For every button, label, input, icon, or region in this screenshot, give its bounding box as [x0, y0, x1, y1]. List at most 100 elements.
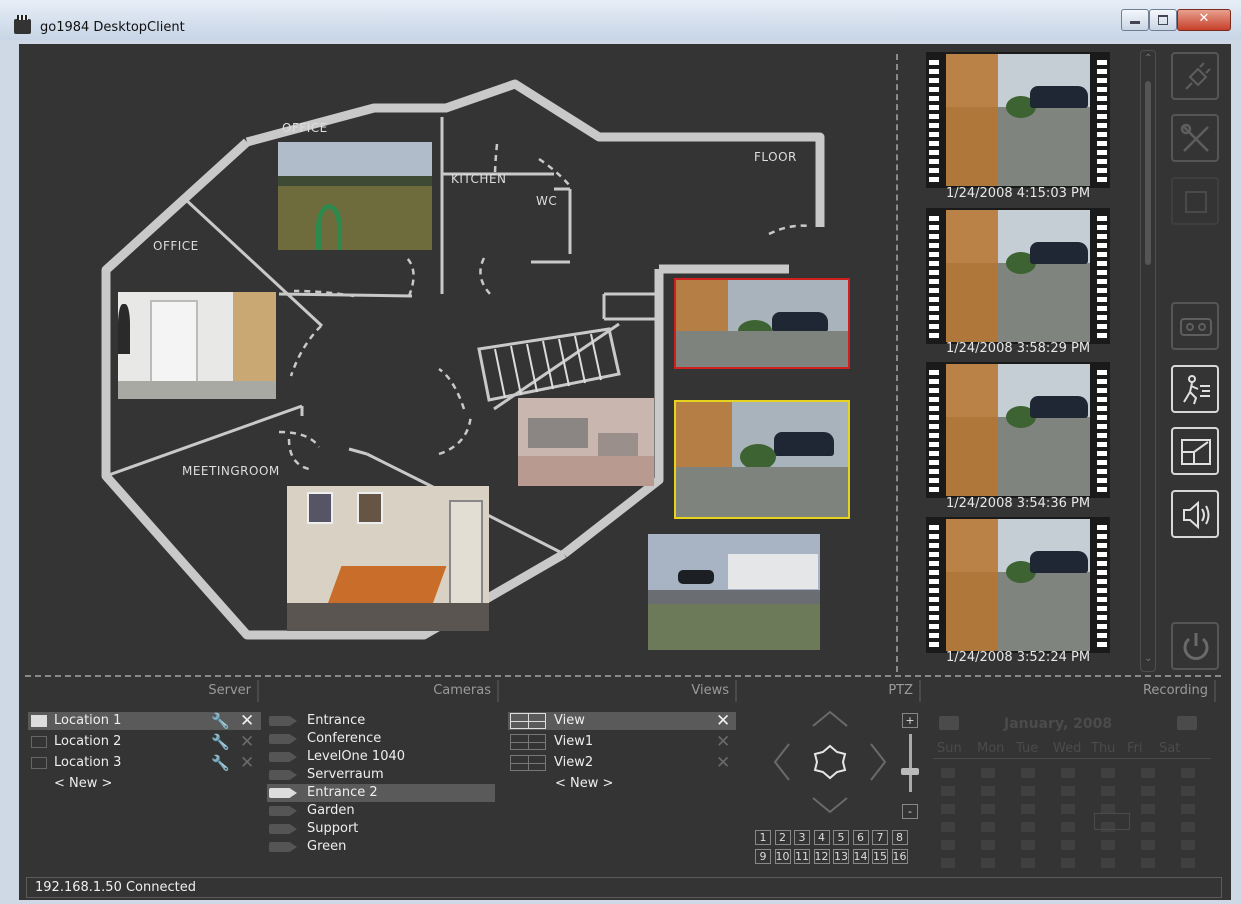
next-month-icon[interactable] — [1177, 716, 1197, 730]
zoom-slider-track[interactable] — [909, 734, 912, 792]
ptz-preset-button[interactable]: 16 — [891, 849, 908, 864]
camera-thumbnail-highlighted[interactable] — [674, 400, 850, 519]
weekday-label: Thu — [1091, 741, 1116, 756]
camera-icon — [269, 734, 297, 744]
minimize-button[interactable] — [1121, 9, 1149, 31]
close-button[interactable] — [1177, 9, 1231, 31]
wrench-icon[interactable]: 🔧 — [211, 733, 230, 751]
ptz-home-icon — [813, 744, 847, 780]
ptz-preset-button[interactable]: 2 — [774, 830, 791, 845]
camera-item[interactable]: Entrance — [267, 712, 495, 730]
camera-thumbnail[interactable] — [287, 486, 489, 631]
recorded-clip-thumbnail[interactable] — [926, 362, 1110, 498]
camera-item[interactable]: Conference — [267, 730, 495, 748]
camera-item[interactable]: LevelOne 1040 — [267, 748, 495, 766]
ptz-preset-button[interactable]: 4 — [813, 830, 830, 845]
room-label: MEETINGROOM — [182, 464, 280, 478]
camera-item-label: Serverraum — [307, 767, 384, 782]
zoom-slider-thumb[interactable] — [901, 768, 919, 775]
recorded-clip-thumbnail[interactable] — [926, 52, 1110, 188]
scroll-down-icon[interactable]: ⌄ — [1144, 653, 1152, 664]
ptz-preset-button[interactable]: 13 — [833, 849, 849, 864]
camera-thumbnail-selected[interactable] — [674, 278, 850, 369]
ptz-preset-button[interactable]: 5 — [833, 830, 849, 845]
wrench-icon[interactable]: 🔧 — [211, 712, 230, 730]
ptz-preset-button[interactable]: 6 — [852, 830, 869, 845]
close-icon[interactable]: ✕ — [716, 712, 730, 730]
close-icon[interactable]: ✕ — [716, 733, 730, 751]
motion-detection-button[interactable] — [1171, 365, 1219, 413]
ptz-preset-button[interactable]: 10 — [774, 849, 791, 864]
ptz-preset-button[interactable]: 14 — [852, 849, 869, 864]
ptz-preset-button[interactable]: 9 — [755, 849, 771, 864]
power-button[interactable] — [1171, 622, 1219, 670]
ptz-section-header: PTZ — [743, 680, 921, 702]
camera-thumbnail[interactable] — [278, 142, 432, 250]
close-icon[interactable]: ✕ — [240, 712, 254, 730]
recording-section-header: Recording — [927, 680, 1216, 702]
server-item-location-2[interactable]: Location 2 🔧 ✕ — [28, 733, 261, 751]
camera-item[interactable]: Garden — [267, 802, 495, 820]
save-button[interactable] — [1171, 177, 1219, 225]
new-view-link[interactable]: < New > — [555, 775, 613, 793]
ptz-preset-button[interactable]: 15 — [872, 849, 888, 864]
server-item-location-3[interactable]: Location 3 🔧 ✕ — [28, 754, 261, 772]
view-item[interactable]: View1 ✕ — [508, 733, 736, 751]
room-label: OFFICE — [282, 121, 328, 135]
ptz-preset-button[interactable]: 7 — [872, 830, 888, 845]
camera-thumbnail[interactable] — [518, 398, 654, 486]
maximize-button[interactable] — [1149, 9, 1177, 31]
ptz-preset-button[interactable]: 11 — [794, 849, 810, 864]
zoom-in-button[interactable]: + — [902, 713, 918, 728]
camera-item-selected[interactable]: Entrance 2 — [267, 784, 495, 802]
power-icon — [1183, 633, 1209, 660]
ptz-direction-pad[interactable] — [767, 706, 887, 824]
clip-timestamp: 1/24/2008 3:52:24 PM — [945, 650, 1091, 665]
prev-month-icon[interactable] — [939, 716, 959, 730]
camera-item[interactable]: Green — [267, 838, 495, 856]
motion-icon — [1183, 375, 1210, 405]
view-item-selected[interactable]: View ✕ — [508, 712, 736, 730]
close-icon[interactable]: ✕ — [716, 754, 730, 772]
room-label: FLOOR — [754, 150, 797, 164]
resize-button[interactable] — [1171, 427, 1219, 475]
speaker-icon — [1183, 500, 1210, 530]
recorder-button[interactable] — [1171, 302, 1219, 350]
recorded-clip-thumbnail[interactable] — [926, 517, 1110, 653]
ptz-preset-button[interactable]: 1 — [755, 830, 771, 845]
scroll-up-icon[interactable]: ⌃ — [1144, 53, 1152, 64]
server-icon — [31, 715, 47, 727]
wrench-icon[interactable]: 🔧 — [211, 754, 230, 772]
recorded-clip-thumbnail[interactable] — [926, 208, 1110, 344]
grid-layout-icon — [510, 713, 546, 729]
connect-button[interactable] — [1171, 52, 1219, 100]
views-section-header: Views — [505, 680, 737, 702]
view-item[interactable]: View2 ✕ — [508, 754, 736, 772]
ptz-preset-button[interactable]: 12 — [813, 849, 830, 864]
server-section-header: Server — [25, 680, 259, 702]
close-icon[interactable]: ✕ — [240, 733, 254, 751]
film-strip-scrollbar[interactable]: ⌃ ⌄ — [1140, 50, 1156, 672]
camera-thumbnail[interactable] — [648, 534, 820, 650]
ptz-preset-button[interactable]: 3 — [794, 830, 810, 845]
new-server-link[interactable]: < New > — [54, 775, 112, 793]
window-title: go1984 DesktopClient — [40, 20, 185, 35]
close-icon[interactable]: ✕ — [240, 754, 254, 772]
calendar-today-marker — [1094, 813, 1130, 830]
server-item-location-1[interactable]: Location 1 🔧 ✕ — [28, 712, 261, 730]
settings-button[interactable] — [1171, 114, 1219, 162]
scrollbar-thumb[interactable] — [1145, 81, 1151, 265]
camera-item[interactable]: Support — [267, 820, 495, 838]
camera-thumbnail[interactable] — [118, 292, 276, 399]
calendar-days-grid[interactable] — [933, 766, 1211, 871]
camera-icon — [269, 752, 297, 762]
recorder-icon — [1180, 318, 1212, 336]
camera-item[interactable]: Serverraum — [267, 766, 495, 784]
zoom-out-button[interactable]: - — [902, 804, 918, 819]
panel-divider — [896, 54, 898, 672]
cameras-section-header: Cameras — [265, 680, 499, 702]
camera-item-label: Green — [307, 839, 347, 854]
audio-button[interactable] — [1171, 490, 1219, 538]
ptz-preset-button[interactable]: 8 — [891, 830, 908, 845]
weekday-label: Wed — [1053, 741, 1082, 756]
